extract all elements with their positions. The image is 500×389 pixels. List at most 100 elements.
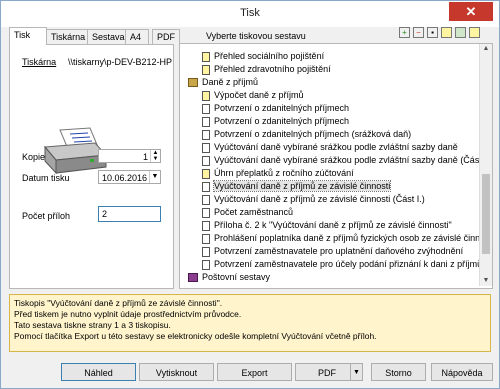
tree-report-item[interactable]: Potvrzení o zdanitelných příjmech (srážk… xyxy=(202,128,411,140)
document-icon xyxy=(202,142,210,153)
export-button[interactable]: Export xyxy=(217,363,292,381)
tree-group-item[interactable]: Daně z příjmů xyxy=(188,76,258,88)
tree-report-item[interactable]: Vyúčtování daně z příjmů ze závislé činn… xyxy=(202,193,425,205)
document-icon xyxy=(202,64,210,75)
document-icon xyxy=(202,103,210,114)
tree-item-label: Výpočet daně z příjmů xyxy=(214,90,304,100)
document-icon xyxy=(202,168,210,179)
expand-icon[interactable]: ▪ xyxy=(427,27,438,38)
tree-report-item[interactable]: Příloha č. 2 k "Vyúčtování daně z příjmů… xyxy=(202,219,452,231)
title-bar: Tisk ✕ xyxy=(1,1,499,27)
scroll-down-icon[interactable]: ▼ xyxy=(480,276,492,286)
pdf-label: PDF xyxy=(318,368,336,378)
collapse-icon[interactable] xyxy=(441,27,452,38)
tab-sestava[interactable]: Sestava xyxy=(87,29,127,44)
tree-item-label: Vyúčtování daně z příjmů ze závislé činn… xyxy=(214,194,425,204)
report-select-header: Vyberte tiskovou sestavu xyxy=(206,31,306,41)
document-icon xyxy=(202,90,210,101)
book-icon xyxy=(188,273,198,283)
storno-button[interactable]: Storno xyxy=(371,363,426,381)
info-line: Tato sestava tiskne strany 1 a 3 tiskopi… xyxy=(14,320,171,330)
datum-input[interactable]: 10.06.2016 ▼ xyxy=(98,170,161,184)
vytisknout-button[interactable]: Vytisknout xyxy=(139,363,214,381)
scroll-up-icon[interactable]: ▲ xyxy=(480,44,492,54)
document-icon xyxy=(202,129,210,140)
nahled-button[interactable]: Náhled xyxy=(61,363,136,381)
document-icon xyxy=(202,155,210,166)
tree-report-item[interactable]: Potvrzení o zdanitelných příjmech xyxy=(202,102,349,114)
tree-item-label: Vyúčtování daně z příjmů ze závislé činn… xyxy=(212,180,392,192)
tree-report-item[interactable]: Počet zaměstnanců xyxy=(202,206,293,218)
tree-item-label: Přehled zdravotního pojištění xyxy=(214,64,331,74)
tree-item-label: Potvrzení zaměstnavatele pro účely podán… xyxy=(214,259,483,269)
grid-icon[interactable] xyxy=(455,27,466,38)
tree-group-item[interactable]: Poštovní sestavy xyxy=(188,271,270,283)
tree-report-item[interactable]: Vyúčtování daně vybírané srážkou podle z… xyxy=(202,154,492,166)
document-icon xyxy=(202,259,210,270)
export-label: Export xyxy=(241,368,268,378)
tree-item-label: Potvrzení zaměstnavatele pro uplatnění d… xyxy=(214,246,464,256)
tree-report-item[interactable]: Potvrzení zaměstnavatele pro účely podán… xyxy=(202,258,482,270)
tree-item-label: Potvrzení o zdanitelných příjmech xyxy=(214,103,350,113)
tree-report-item[interactable]: Výpočet daně z příjmů xyxy=(202,89,304,101)
tab-tiskarna[interactable]: Tiskárna xyxy=(46,29,88,44)
document-icon xyxy=(202,246,210,257)
nahled-label: Náhled xyxy=(84,368,113,378)
priloh-input[interactable]: 2 xyxy=(98,206,161,222)
report-tree[interactable]: Přehled sociálního pojištění Přehled zdra… xyxy=(179,43,493,289)
tab-pdf[interactable]: PDF xyxy=(152,29,180,44)
chevron-down-icon[interactable]: ▼ xyxy=(149,171,160,183)
document-icon xyxy=(202,181,210,192)
tree-report-item[interactable]: Přehled zdravotního pojištění xyxy=(202,63,331,75)
print-settings-panel: Tiskárna \\tiskarny\p-DEV-B212-HP2 Kopie… xyxy=(9,44,174,289)
tree-report-item[interactable]: Vyúčtování daně vybírané srážkou podle z… xyxy=(202,141,458,153)
info-line: Tiskopis "Vyúčtování daně z příjmů ze zá… xyxy=(14,298,223,308)
tab-tisk[interactable]: Tisk xyxy=(9,27,47,45)
info-line: Pomocí tlačítka Export u této sestavy se… xyxy=(14,331,377,341)
report-description: Tiskopis "Vyúčtování daně z příjmů ze zá… xyxy=(9,294,491,352)
napoveda-label: Nápověda xyxy=(441,368,483,378)
tree-item-label: Počet zaměstnanců xyxy=(214,207,294,217)
tree-item-label: Potvrzení o zdanitelných příjmech (srážk… xyxy=(214,129,412,139)
tree-report-item[interactable]: Vyúčtování daně z příjmů ze závislé činn… xyxy=(202,180,392,192)
kopie-stepper[interactable]: ▲ ▼ xyxy=(150,150,160,162)
printer-path: \\tiskarny\p-DEV-B212-HP2 xyxy=(68,57,172,67)
plus-icon[interactable]: + xyxy=(399,27,410,38)
tree-report-item[interactable]: Prohlášení poplatníka daně z příjmů fyzi… xyxy=(202,232,493,244)
tree-scrollbar[interactable]: ▲ ▼ xyxy=(479,44,492,286)
tree-report-item[interactable]: Potvrzení zaměstnavatele pro uplatnění d… xyxy=(202,245,463,257)
window-title: Tisk xyxy=(240,7,260,19)
document-icon xyxy=(202,194,210,205)
minus-icon[interactable]: − xyxy=(413,27,424,38)
tree-item-label: Prohlášení poplatníka daně z příjmů fyzi… xyxy=(214,233,493,243)
book-icon xyxy=(188,78,198,88)
kopie-input[interactable]: 1 ▲ ▼ xyxy=(98,149,161,163)
tree-report-item[interactable]: Potvrzení o zdanitelných příjmech xyxy=(202,115,349,127)
priloh-label: Počet příloh xyxy=(22,211,71,221)
tree-report-item[interactable]: Přehled sociálního pojištění xyxy=(202,50,324,62)
datum-value: 10.06.2016 xyxy=(102,173,148,183)
tree-item-label: Daně z příjmů xyxy=(202,77,259,87)
storno-label: Storno xyxy=(385,368,412,378)
document-icon xyxy=(202,233,210,244)
tree-icon[interactable] xyxy=(469,27,480,38)
kopie-label: Kopie xyxy=(22,152,46,162)
document-icon xyxy=(202,51,210,62)
napoveda-button[interactable]: Nápověda xyxy=(431,363,493,381)
tree-item-label: Vyúčtování daně vybírané srážkou podle z… xyxy=(214,155,493,165)
printer-label[interactable]: Tiskárna xyxy=(22,57,56,67)
tree-report-item[interactable]: Úhrn přeplatků z ročního zúčtování xyxy=(202,167,354,179)
pdf-dropdown-icon[interactable]: ▼ xyxy=(350,363,363,381)
tree-item-label: Přehled sociálního pojištění xyxy=(214,51,325,61)
tab-a4[interactable]: A4 xyxy=(125,29,149,44)
document-icon xyxy=(202,207,210,218)
tree-item-label: Poštovní sestavy xyxy=(202,272,271,282)
tree-item-label: Úhrn přeplatků z ročního zúčtování xyxy=(214,168,354,178)
close-button[interactable]: ✕ xyxy=(449,2,493,21)
tree-item-label: Vyúčtování daně vybírané srážkou podle z… xyxy=(214,142,458,152)
document-icon xyxy=(202,220,210,231)
info-line: Před tiskem je nutno vyplnit údaje prost… xyxy=(14,309,242,319)
scroll-thumb[interactable] xyxy=(482,174,490,254)
datum-label: Datum tisku xyxy=(22,173,70,183)
kopie-value: 1 xyxy=(142,152,148,162)
